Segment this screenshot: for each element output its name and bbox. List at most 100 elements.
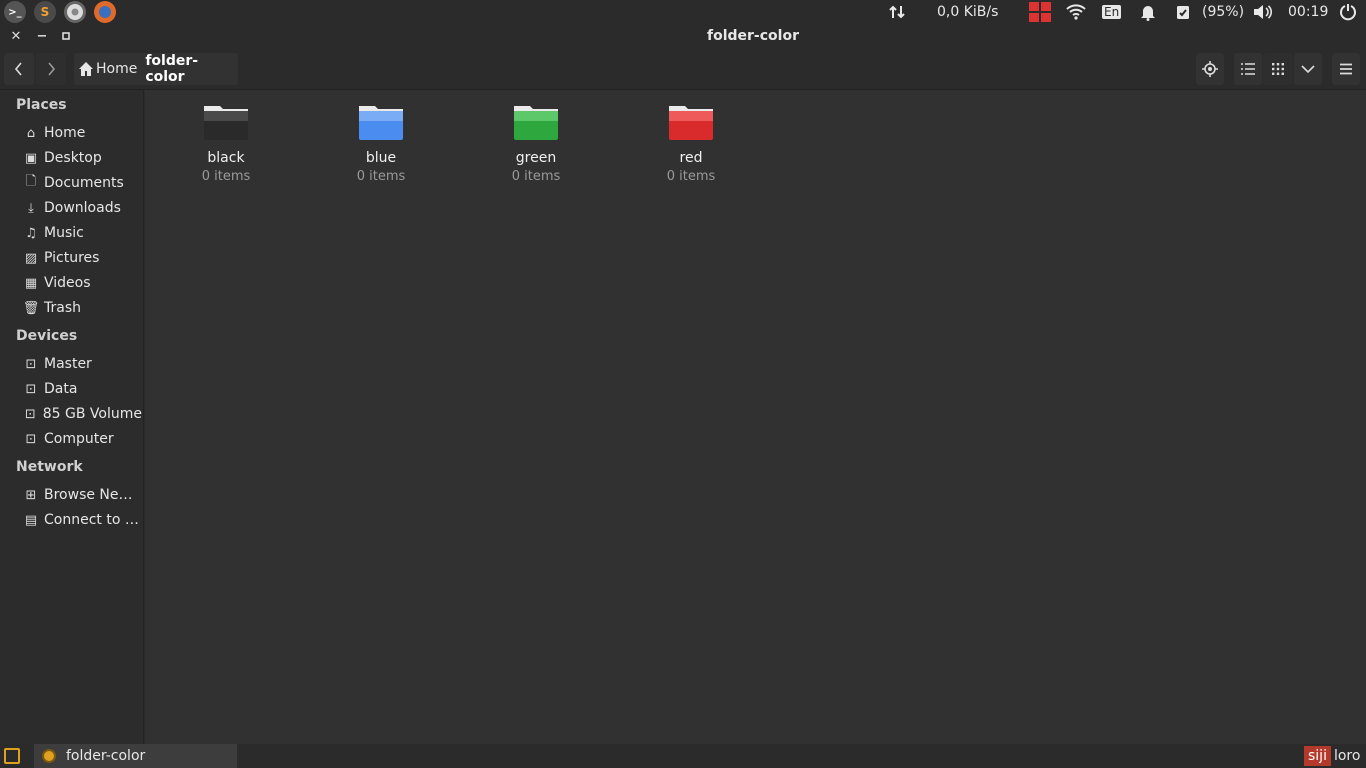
network-heading: Network (16, 459, 83, 475)
home-icon: ⌂ (26, 125, 36, 141)
sidebar-item-data[interactable]: ⊡ Data (22, 377, 142, 401)
breadcrumb-home-label: Home (96, 61, 138, 77)
sidebar-item-label: Home (44, 125, 86, 141)
taskbar-item-label: folder-color (66, 748, 146, 764)
music-icon: ♫ (25, 225, 37, 241)
folder-item-count: 0 items (666, 169, 716, 184)
workspace-switcher-icon[interactable] (1029, 0, 1051, 24)
sidebar-item-pictures[interactable]: ▨ Pictures (22, 246, 142, 270)
grid-view-button[interactable] (1263, 53, 1293, 85)
list-view-button[interactable] (1234, 53, 1262, 85)
grid-icon (1272, 63, 1284, 75)
back-button[interactable] (4, 53, 34, 85)
session-menu-icon[interactable] (1338, 0, 1358, 24)
show-desktop-icon[interactable] (4, 748, 20, 764)
view-options-button[interactable] (1294, 53, 1322, 85)
sidebar-item-85gb-volume[interactable]: ⊡ 85 GB Volume (22, 402, 142, 426)
list-icon (1241, 63, 1255, 75)
devices-heading: Devices (16, 328, 78, 344)
documents-icon: 🗋 (25, 174, 37, 189)
user-badge: siji loro (1304, 744, 1363, 768)
locate-icon (1202, 61, 1218, 77)
sidebar-item-computer[interactable]: ⊡ Computer (22, 427, 142, 451)
taskbar-item-folder-color[interactable]: folder-color (34, 744, 237, 768)
window-title: folder-color (707, 28, 799, 44)
trash-icon: 🗑 (22, 300, 40, 316)
folder-icon (204, 106, 248, 140)
sidebar-item-trash[interactable]: 🗑 Trash (22, 296, 142, 320)
user-badge-second: loro (1333, 748, 1361, 764)
sidebar-item-documents[interactable]: 🗋 Documents (22, 171, 142, 195)
sidebar-item-label: Downloads (44, 200, 121, 216)
sidebar-item-downloads[interactable]: ⤓ Downloads (22, 196, 142, 220)
notification-bell-icon[interactable] (1140, 0, 1156, 24)
folder-icon (359, 106, 403, 140)
sidebar-item-label: Videos (44, 275, 91, 291)
hamburger-menu-icon (1340, 63, 1352, 75)
breadcrumb-home[interactable]: Home (74, 53, 141, 85)
folder-item-red[interactable]: red 0 items (636, 102, 746, 184)
keyboard-layout-label: En (1102, 5, 1122, 19)
places-heading: Places (16, 97, 67, 113)
menu-button[interactable] (1332, 53, 1360, 85)
sidebar-item-label: Pictures (44, 250, 100, 266)
sidebar-item-browse-network[interactable]: ⊞ Browse Ne… (22, 483, 142, 507)
home-icon (79, 62, 93, 76)
battery-percentage: (95%) (1202, 4, 1245, 20)
chevron-right-icon (48, 62, 56, 76)
firefox-launcher-icon[interactable] (94, 1, 116, 23)
sidebar-item-home[interactable]: ⌂ Home (22, 121, 142, 145)
downloads-icon: ⤓ (28, 200, 34, 216)
drive-icon: ⊡ (25, 356, 37, 372)
folder-item-count: 0 items (511, 169, 561, 184)
sidebar-item-label: Connect to … (44, 512, 139, 528)
terminal-launcher-icon[interactable]: >_ (4, 1, 26, 23)
wifi-icon[interactable] (1066, 0, 1086, 24)
sidebar-item-label: Browse Ne… (44, 487, 133, 503)
folder-icon (669, 106, 713, 140)
folder-item-green[interactable]: green 0 items (481, 102, 591, 184)
file-view[interactable]: black 0 items blue 0 items green 0 items… (145, 90, 1366, 744)
file-manager-icon (42, 749, 56, 763)
sidebar-item-connect-to-server[interactable]: ▤ Connect to … (22, 508, 142, 532)
folder-name: black (207, 150, 245, 166)
sidebar-item-label: Music (44, 225, 84, 241)
sidebar-item-videos[interactable]: ▦ Videos (22, 271, 142, 295)
sidebar-item-music[interactable]: ♫ Music (22, 221, 142, 245)
sublime-launcher-icon[interactable]: S (34, 1, 56, 23)
folder-name: green (515, 150, 557, 166)
close-window-button[interactable]: ✕ (6, 24, 26, 48)
sidebar-item-label: Trash (44, 300, 81, 316)
chevron-left-icon (14, 62, 22, 76)
location-button[interactable] (1196, 53, 1224, 85)
folder-name: red (679, 150, 703, 166)
minimize-window-button[interactable]: − (32, 24, 52, 48)
volume-icon[interactable] (1253, 0, 1273, 24)
clock[interactable]: 00:19 (1288, 0, 1328, 24)
pictures-icon: ▨ (24, 250, 38, 266)
sidebar-item-label: 85 GB Volume (42, 406, 142, 422)
sidebar-item-label: Master (44, 356, 92, 372)
battery-icon[interactable] (1176, 0, 1190, 24)
folder-item-count: 0 items (201, 169, 251, 184)
sidebar-item-label: Documents (44, 175, 124, 191)
folder-item-blue[interactable]: blue 0 items (326, 102, 436, 184)
network-transfer-icon[interactable] (888, 0, 906, 24)
sidebar-item-master[interactable]: ⊡ Master (22, 352, 142, 376)
breadcrumb: Home folder-color (74, 53, 238, 85)
forward-button[interactable] (36, 53, 66, 85)
sidebar-item-label: Computer (44, 431, 114, 447)
window-titlebar: ✕ − folder-color (0, 24, 1366, 48)
chevron-down-icon (1301, 65, 1315, 74)
net-speed: 0,0 KiB/s (937, 4, 999, 20)
sidebar-item-desktop[interactable]: ▣ Desktop (22, 146, 142, 170)
keyboard-layout-indicator[interactable]: En (1102, 0, 1122, 24)
videos-icon: ▦ (24, 275, 38, 291)
maximize-window-button[interactable] (56, 24, 76, 48)
drive-icon: ⊡ (25, 431, 37, 447)
chrome-launcher-icon[interactable] (64, 1, 86, 23)
folder-item-black[interactable]: black 0 items (171, 102, 281, 184)
breadcrumb-current[interactable]: folder-color (141, 53, 238, 85)
drive-icon: ⊡ (24, 406, 36, 422)
folder-item-count: 0 items (356, 169, 406, 184)
